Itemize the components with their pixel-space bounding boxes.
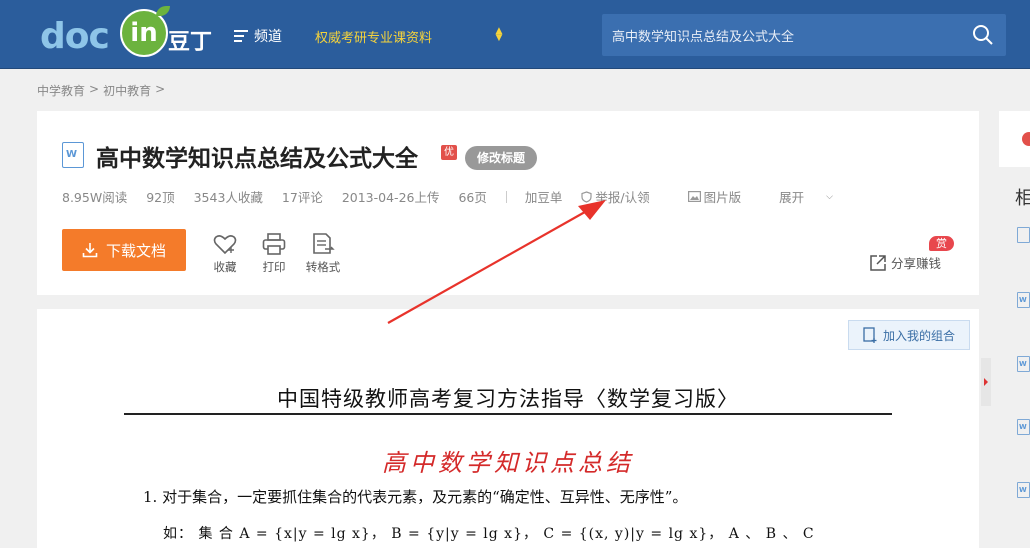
printer-icon [262,233,286,255]
meta-comments[interactable]: 17评论 [282,187,323,206]
document-info-card: 高中数学知识点总结及公式大全 优 修改标题 8.95W阅读 92顶 3543人收… [37,111,979,295]
sort-arrows-icon[interactable]: ▲ ▼ [495,27,503,44]
site-logo[interactable]: doc in 豆丁 [40,6,220,64]
breadcrumb-separator: > [89,82,100,96]
share-icon [870,254,886,271]
document-preview: 加入我的组合 中国特级教师高考复习方法指导〈数学复习版〉 高中数学知识点总结 1… [37,309,979,548]
download-icon [82,243,98,258]
add-douban-link[interactable]: 加豆单 [525,187,563,206]
logo-leaf-icon [156,6,170,16]
meta-likes: 92顶 [146,190,175,205]
print-label: 打印 [262,260,286,274]
heading-rule [124,413,892,415]
logo-cn-text: 豆丁 [168,29,213,55]
preview-formula-line: 如： 集 合 A = {x|y = lg x}， B = {y|y = lg x… [163,526,815,542]
sidebar-red-dot-icon[interactable] [1022,132,1030,146]
edit-title-button[interactable]: 修改标题 [465,146,538,170]
reward-badge: 赏 [929,236,954,251]
preview-heading: 中国特级教师高考复习方法指导〈数学复习版〉 [277,387,739,411]
shield-icon [581,190,593,203]
channel-menu-button[interactable]: 频道 [234,25,282,47]
download-button[interactable]: 下载文档 [62,229,186,271]
search-icon[interactable] [972,24,994,46]
preview-red-title: 高中数学知识点总结 [382,449,634,477]
image-version-label: 图片版 [703,190,742,205]
share-label: 分享赚钱 [891,256,942,271]
word-doc-icon[interactable] [1017,292,1030,308]
word-doc-icon [62,142,84,168]
add-combo-label: 加入我的组合 [882,328,955,343]
top-header: doc in 豆丁 频道 权威考研专业课资料 ▲ ▼ [0,0,1030,69]
breadcrumb-item-junior-high[interactable]: 初中教育 [103,82,151,99]
chevron-down-icon: ⌵ [826,191,833,202]
preview-text-line: 1. 对于集合，一定要抓住集合的代表元素，及元素的“确定性、互异性、无序性”。 [143,488,688,506]
meta-uploaded: 2013-04-26上传 [341,190,440,205]
channel-label: 频道 [254,29,282,45]
favorite-button[interactable]: 收藏 [204,233,246,275]
meta-reads: 8.95W阅读 [62,190,128,205]
document-meta: 8.95W阅读 92顶 3543人收藏 17评论 2013-04-26上传 66… [62,187,871,206]
print-button[interactable]: 打印 [253,233,295,275]
document-icon[interactable] [1017,227,1030,243]
report-label: 举报/认领 [595,190,650,205]
quality-badge: 优 [441,145,457,160]
report-link[interactable]: 举报/认领 [581,187,668,206]
expand-menu[interactable]: 展开 ⌵ [779,187,852,206]
word-doc-icon[interactable] [1017,482,1030,498]
search-input[interactable] [612,24,952,46]
add-to-combo-button[interactable]: 加入我的组合 [848,320,970,350]
meta-favorites: 3543人收藏 [193,190,263,205]
share-earn-button[interactable]: 分享赚钱 [869,253,941,272]
add-collection-icon [863,327,877,343]
search-box [602,14,1006,56]
logo-in-badge: in [120,9,168,57]
promo-link[interactable]: 权威考研专业课资料 [315,27,432,46]
hamburger-icon [234,30,248,42]
breadcrumb-item-middle-school[interactable]: 中学教育 [37,82,85,99]
page-title: 高中数学知识点总结及公式大全 [96,146,418,172]
word-doc-icon[interactable] [1017,419,1030,435]
download-label: 下载文档 [105,241,166,260]
meta-divider [505,190,507,203]
sidebar-toggle-tab[interactable] [981,358,991,406]
expand-label: 展开 [779,190,805,205]
convert-icon [313,233,335,254]
logo-doc-text: doc [40,16,110,57]
convert-format-button[interactable]: 转格式 [302,233,344,275]
image-icon [687,191,701,202]
convert-label: 转格式 [305,260,341,274]
image-version-link[interactable]: 图片版 [687,187,761,206]
heart-icon [213,235,237,255]
favorite-label: 收藏 [213,260,237,274]
breadcrumb: 中学教育 > 初中教育 > [37,82,165,99]
meta-pages: 66页 [458,190,487,205]
sidebar-heading: 相 [1015,188,1030,209]
word-doc-icon[interactable] [1017,356,1030,372]
breadcrumb-separator: > [155,82,166,96]
